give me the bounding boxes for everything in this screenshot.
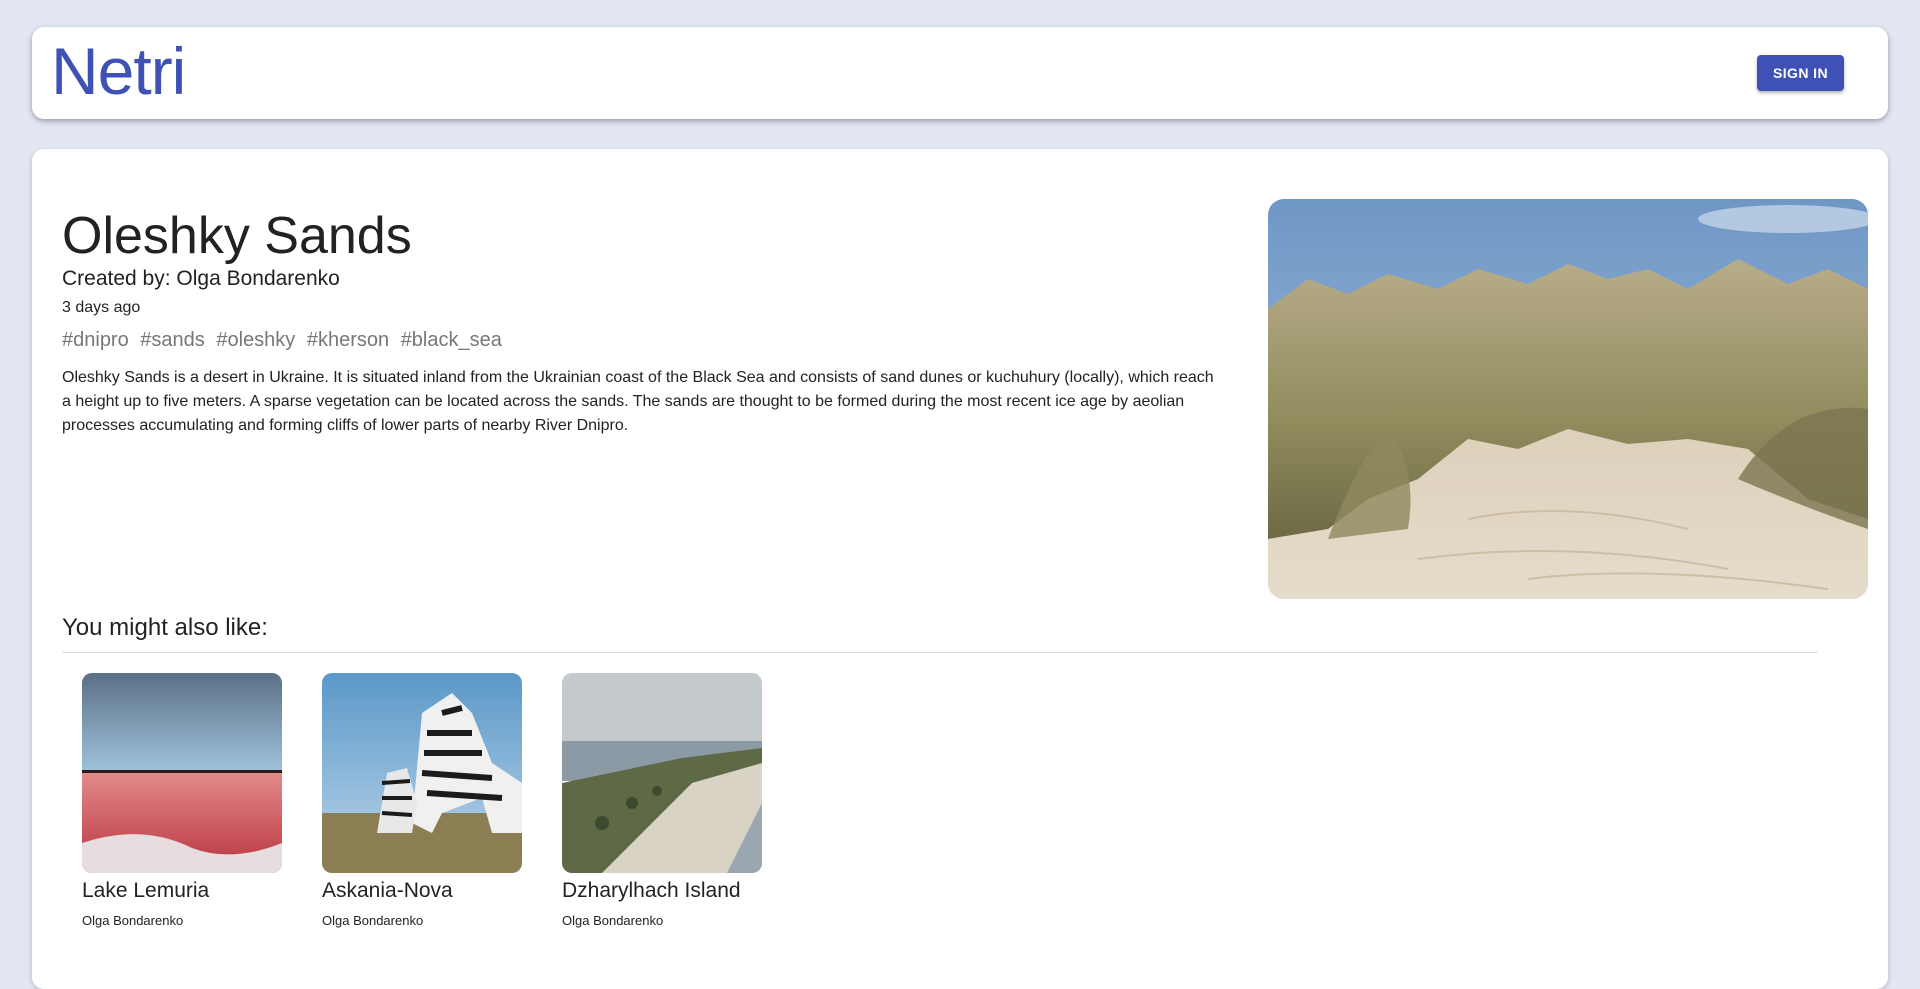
recommendation-card[interactable]: Dzharylhach Island Olga Bondarenko [562,673,762,928]
place-description: Oleshky Sands is a desert in Ukraine. It… [62,369,1214,434]
card-title[interactable]: Lake Lemuria [82,879,282,903]
thumbnail-dzharylhach-island[interactable] [562,673,762,873]
tag-list: #dnipro #sands #oleshky #kherson #black_… [62,329,508,352]
tag[interactable]: #dnipro [62,329,129,351]
recommendation-card[interactable]: Askania-Nova Olga Bondarenko [322,673,522,928]
place-detail-card: Oleshky Sands Created by: Olga Bondarenk… [32,149,1888,989]
card-author: Olga Bondarenko [82,913,184,928]
tag[interactable]: #sands [140,329,205,351]
page-title: Oleshky Sands [62,207,412,265]
sign-in-button[interactable]: SIGN IN [1757,55,1844,91]
logo[interactable]: Netri [51,35,186,108]
app-header: Netri SIGN IN [32,27,1888,119]
card-author: Olga Bondarenko [562,913,664,928]
recommendations-heading: You might also like: [62,614,1818,653]
tag[interactable]: #black_sea [401,329,502,351]
thumbnail-askania-nova[interactable] [322,673,522,873]
recommendation-card[interactable]: Lake Lemuria Olga Bondarenko [82,673,282,928]
card-title[interactable]: Askania-Nova [322,879,522,903]
hero-image [1268,199,1868,599]
tag[interactable]: #kherson [307,329,389,351]
card-title[interactable]: Dzharylhach Island [562,879,762,903]
timestamp: 3 days ago [62,299,141,316]
thumbnail-lake-lemuria[interactable] [82,673,282,873]
tag[interactable]: #oleshky [216,329,295,351]
creator-label: Created by: Olga Bondarenko [62,267,340,290]
card-author: Olga Bondarenko [322,913,424,928]
